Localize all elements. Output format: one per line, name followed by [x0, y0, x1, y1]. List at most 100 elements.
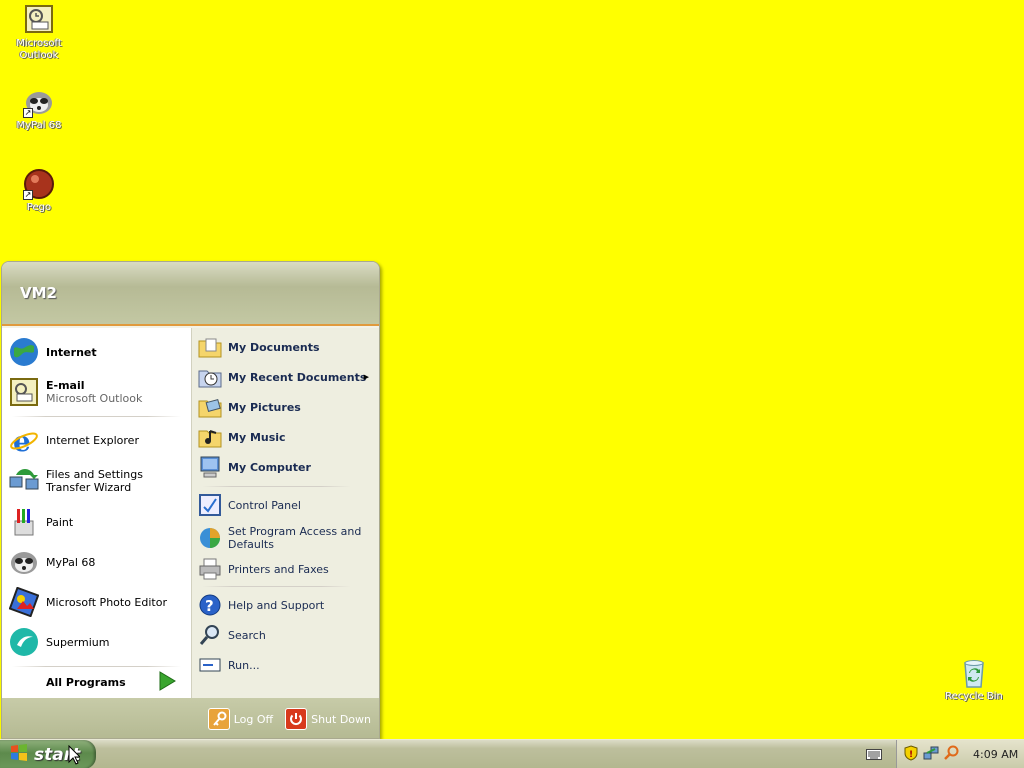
start-menu-right-pane: My Documents My Recent Documents ▶ My Pi… — [191, 328, 379, 698]
control-panel-icon — [198, 493, 222, 517]
search-tray-icon[interactable] — [943, 745, 959, 764]
menu-item-supermium[interactable]: Supermium — [8, 624, 185, 660]
supermium-icon — [8, 626, 40, 658]
menu-item-title: Printers and Faxes — [228, 562, 329, 576]
menu-item-recent-documents[interactable]: My Recent Documents ▶ — [198, 364, 375, 390]
clock[interactable]: 4:09 AM — [973, 748, 1018, 761]
search-icon — [198, 623, 222, 647]
menu-item-my-pictures[interactable]: My Pictures — [198, 394, 375, 420]
menu-separator — [12, 666, 181, 667]
menu-item-title: MyPal 68 — [46, 555, 96, 569]
program-access-icon — [198, 526, 222, 550]
log-off-button[interactable]: Log Off — [207, 708, 274, 730]
green-arrow-icon — [158, 670, 176, 694]
menu-separator — [202, 486, 351, 487]
menu-item-search[interactable]: Search — [198, 622, 375, 648]
submenu-arrow-icon: ▶ — [363, 373, 369, 381]
outlook-icon — [8, 376, 40, 408]
run-icon — [198, 653, 222, 677]
start-button[interactable]: start — [0, 740, 96, 768]
pego-icon: ↗ — [23, 168, 55, 200]
menu-item-title: Internet — [46, 345, 97, 359]
all-programs-button[interactable]: All Programs — [46, 670, 176, 694]
menu-item-title: Microsoft Photo Editor — [46, 595, 167, 609]
photo-editor-icon — [8, 586, 40, 618]
menu-item-program-access[interactable]: Set Program Access and Defaults — [198, 522, 375, 554]
shut-down-label: Shut Down — [311, 712, 371, 726]
start-menu-left-pane: Internet E-mail Microsoft Outlook e Inte… — [2, 328, 191, 698]
menu-item-internet-explorer[interactable]: e Internet Explorer — [8, 422, 185, 458]
raccoon-icon — [8, 546, 40, 578]
folder-pictures-icon — [198, 395, 222, 419]
desktop-icon-pego[interactable]: ↗ Pego — [1, 168, 77, 214]
desktop-icon-label: MyPal 68 — [16, 120, 62, 131]
menu-item-title: Control Panel — [228, 498, 301, 512]
menu-item-paint[interactable]: Paint — [8, 504, 185, 540]
menu-item-title: Supermium — [46, 635, 110, 649]
start-menu: VM2 Internet E-mail Microsoft Outlook e … — [1, 261, 380, 739]
desktop-icon-label: Pego — [26, 202, 52, 213]
internet-explorer-icon: e — [8, 424, 40, 456]
power-icon — [285, 708, 308, 730]
menu-item-title: Search — [228, 628, 266, 642]
desktop-icon-label: Recycle Bin — [945, 691, 1003, 702]
menu-item-printers-faxes[interactable]: Printers and Faxes — [198, 556, 375, 582]
svg-text:?: ? — [205, 597, 214, 615]
printer-icon — [198, 557, 222, 581]
start-menu-header: VM2 — [2, 262, 379, 326]
network-icon[interactable] — [923, 745, 939, 764]
shut-down-button[interactable]: Shut Down — [285, 708, 371, 730]
menu-item-title: My Music — [228, 430, 286, 444]
menu-item-run[interactable]: Run... — [198, 652, 375, 678]
user-name: VM2 — [20, 284, 57, 302]
menu-item-title: Set Program Access and Defaults — [228, 525, 362, 551]
log-off-label: Log Off — [233, 712, 274, 726]
menu-item-control-panel[interactable]: Control Panel — [198, 492, 375, 518]
menu-item-my-music[interactable]: My Music — [198, 424, 375, 450]
menu-separator — [12, 416, 181, 417]
keyboard-icon[interactable] — [866, 747, 882, 761]
menu-item-photo-editor[interactable]: Microsoft Photo Editor — [8, 584, 185, 620]
menu-item-title: Paint — [46, 515, 74, 529]
menu-item-help-support[interactable]: ? Help and Support — [198, 592, 375, 618]
recycle-bin-icon — [958, 657, 990, 689]
transfer-wizard-icon — [8, 465, 40, 497]
menu-item-my-documents[interactable]: My Documents — [198, 334, 375, 360]
desktop-icon-recycle-bin[interactable]: Recycle Bin — [936, 657, 1012, 703]
menu-item-internet[interactable]: Internet — [8, 334, 185, 370]
menu-item-title: My Computer — [228, 460, 311, 474]
shortcut-arrow-icon: ↗ — [23, 190, 33, 200]
menu-separator — [202, 586, 351, 587]
computer-icon — [198, 455, 222, 479]
outlook-icon — [23, 4, 55, 36]
taskbar: start ! 4:09 AM — [0, 739, 1024, 768]
start-menu-footer: Log Off Shut Down — [2, 698, 379, 738]
desktop-icon-outlook[interactable]: Microsoft Outlook — [1, 4, 77, 62]
folder-documents-icon — [198, 335, 222, 359]
key-icon — [207, 708, 230, 730]
mouse-cursor — [68, 744, 82, 768]
menu-item-title: My Documents — [228, 340, 320, 354]
menu-item-my-computer[interactable]: My Computer — [198, 454, 375, 480]
help-icon: ? — [198, 593, 222, 617]
menu-item-mypal[interactable]: MyPal 68 — [8, 544, 185, 580]
menu-item-transfer-wizard[interactable]: Files and Settings Transfer Wizard — [8, 462, 185, 500]
menu-item-title: My Recent Documents — [228, 370, 367, 384]
recent-documents-icon — [198, 365, 222, 389]
paint-icon — [8, 506, 40, 538]
menu-item-title: E-mail — [46, 379, 85, 392]
menu-item-title: Run... — [228, 658, 260, 672]
menu-item-title: Help and Support — [228, 598, 325, 612]
menu-item-title: My Pictures — [228, 400, 301, 414]
menu-item-email[interactable]: E-mail Microsoft Outlook — [8, 374, 185, 410]
menu-item-subtitle: Microsoft Outlook — [46, 392, 143, 405]
menu-item-title: Internet Explorer — [46, 433, 139, 447]
menu-item-title: Files and Settings Transfer Wizard — [46, 468, 143, 494]
security-shield-icon[interactable]: ! — [903, 745, 919, 764]
folder-music-icon — [198, 425, 222, 449]
shortcut-arrow-icon: ↗ — [23, 108, 33, 118]
windows-logo-icon — [10, 743, 28, 766]
desktop-icon-mypal[interactable]: ↗ MyPal 68 — [1, 86, 77, 132]
desktop-icon-label: Microsoft Outlook — [16, 38, 62, 61]
raccoon-icon: ↗ — [23, 86, 55, 118]
